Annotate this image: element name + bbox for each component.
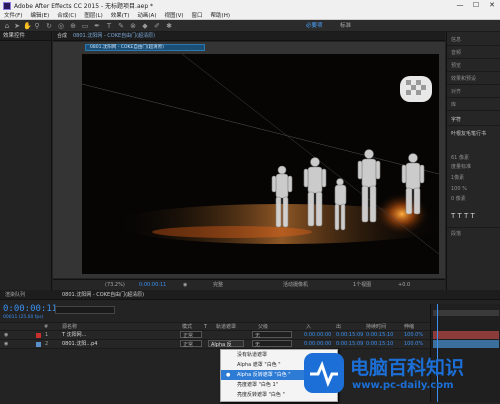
after-effects-icon bbox=[3, 1, 11, 10]
panel-align[interactable]: 对齐 bbox=[451, 88, 461, 95]
timeline-timecode[interactable]: 0:00:00:11 bbox=[3, 304, 57, 314]
layer-name[interactable]: 0801.沈阳...p4 bbox=[62, 340, 97, 349]
layer-in[interactable]: 0:00:00:00 bbox=[304, 331, 331, 340]
brush-tool-icon[interactable]: ✎ bbox=[117, 22, 125, 30]
layer-parent-select[interactable]: 无 bbox=[252, 340, 292, 348]
minimize-button[interactable]: — bbox=[452, 0, 468, 11]
rotate-tool-icon[interactable]: ↻ bbox=[45, 22, 53, 30]
render-queue-tab[interactable]: 渲染队列 bbox=[5, 290, 25, 300]
menu-view[interactable]: 视图(V) bbox=[164, 11, 183, 19]
workspace-essentials[interactable]: 必要项 bbox=[306, 22, 323, 30]
tools-toolbar: ⌂ ➤ ✋ ⚲ ↻ ◎ ⊕ ▭ ✒ T ✎ ⊗ ◆ ✐ ✱ 必要项 标准 bbox=[0, 20, 500, 32]
font-family-select[interactable]: 叶根友毛笔行书 bbox=[451, 130, 486, 137]
panel-preview[interactable]: 预览 bbox=[451, 62, 461, 69]
window-title: Adobe After Effects CC 2015 - 无标题项目.aep … bbox=[14, 3, 154, 10]
layer-stretch[interactable]: 100.0% bbox=[404, 331, 423, 340]
vertical-scale-value[interactable]: 100 % bbox=[451, 186, 467, 192]
menu-file[interactable]: 文件(F) bbox=[4, 11, 22, 19]
composition-tab-label[interactable]: 合成 bbox=[57, 32, 67, 41]
check-icon: ● bbox=[226, 372, 231, 378]
layer-row[interactable]: ◉ 1 T 沈阳网... 正常 无 0:00:00:00 0:00:15:09 … bbox=[0, 331, 430, 340]
eraser-tool-icon[interactable]: ◆ bbox=[141, 22, 149, 30]
menu-animation[interactable]: 动画(A) bbox=[137, 11, 156, 19]
panel-info[interactable]: 信息 bbox=[451, 36, 461, 43]
font-size-value[interactable]: 61 像素 bbox=[451, 154, 469, 161]
menu-window[interactable]: 窗口 bbox=[192, 11, 203, 19]
layer-duration[interactable]: 0:00:15:10 bbox=[366, 331, 393, 340]
pan-behind-tool-icon[interactable]: ⊕ bbox=[69, 22, 77, 30]
title-bar: Adobe After Effects CC 2015 - 无标题项目.aep … bbox=[0, 0, 500, 11]
label-color[interactable] bbox=[36, 342, 41, 347]
timeline-comp-tab[interactable]: 0801.沈阳网 - COKE自由门(超清原) bbox=[62, 290, 144, 300]
menu-help[interactable]: 帮助(H) bbox=[211, 11, 230, 19]
menu-layer[interactable]: 图层(L) bbox=[84, 11, 102, 19]
timeline-tabs: 渲染队列 0801.沈阳网 - COKE自由门(超清原) bbox=[0, 290, 500, 300]
visibility-eye-icon[interactable]: ◉ bbox=[4, 331, 8, 340]
effect-controls-panel: 效果控件 bbox=[0, 32, 52, 290]
layer-mode-select[interactable]: 正常 bbox=[180, 331, 202, 339]
text-style-icons[interactable]: T T T T bbox=[451, 212, 475, 220]
camera-tool-icon[interactable]: ◎ bbox=[57, 22, 65, 30]
work-area-bar[interactable] bbox=[433, 310, 499, 316]
watermark: 电脑百科知识 www.pc-daily.com bbox=[300, 347, 500, 402]
selection-tool-icon[interactable]: ➤ bbox=[13, 22, 21, 30]
close-button[interactable]: ✕ bbox=[484, 0, 500, 11]
type-tool-icon[interactable]: T bbox=[105, 22, 113, 30]
layer-mode-select[interactable]: 正常 bbox=[180, 340, 202, 348]
menu-bar: 文件(F) 编辑(E) 合成(C) 图层(L) 效果(T) 动画(A) 视图(V… bbox=[0, 11, 500, 20]
composition-tab-name[interactable]: 0801.沈阳网 - COKE自由门(超清原) bbox=[73, 32, 155, 41]
rectangle-tool-icon[interactable]: ▭ bbox=[81, 22, 89, 30]
track-matte-select[interactable]: Alpha 反 bbox=[208, 340, 244, 348]
pen-tool-icon[interactable]: ✒ bbox=[93, 22, 101, 30]
workspace-standard[interactable]: 标准 bbox=[340, 22, 351, 30]
roto-brush-tool-icon[interactable]: ✐ bbox=[153, 22, 161, 30]
maximize-button[interactable]: ☐ bbox=[468, 0, 484, 11]
menu-composition[interactable]: 合成(C) bbox=[57, 11, 76, 19]
menu-edit[interactable]: 编辑(E) bbox=[30, 11, 49, 19]
puppet-tool-icon[interactable]: ✱ bbox=[165, 22, 173, 30]
zoom-tool-icon[interactable]: ⚲ bbox=[33, 22, 41, 30]
composition-frame[interactable] bbox=[82, 54, 439, 274]
timeline-column-headers: # 源名称 模式 T 轨道遮罩 父级 入 出 持续时间 伸缩 bbox=[0, 322, 430, 331]
panel-paragraph[interactable]: 段落 bbox=[451, 230, 461, 237]
viewer-controls-bar: (73.2%) 0:00:00:11 ◉ 完整 活动摄像机 1个视图 +0.0 bbox=[53, 279, 445, 290]
layer-parent-select[interactable]: 无 bbox=[252, 331, 292, 339]
right-panels: 信息 音频 预览 效果和预设 对齐 库 字符 叶根友毛笔行书 61 像素 度量标… bbox=[446, 32, 500, 290]
label-color[interactable] bbox=[36, 333, 41, 338]
panel-effects-presets[interactable]: 效果和预设 bbox=[451, 75, 476, 82]
watermark-url: www.pc-daily.com bbox=[352, 380, 454, 391]
layer-1-bar[interactable] bbox=[433, 331, 499, 339]
visibility-eye-icon[interactable]: ◉ bbox=[4, 340, 8, 349]
stroke-width-value[interactable]: 1像素 bbox=[451, 174, 464, 181]
layer-name[interactable]: T 沈阳网... bbox=[62, 331, 86, 340]
hand-tool-icon[interactable]: ✋ bbox=[23, 22, 32, 30]
panel-character[interactable]: 字符 bbox=[451, 116, 461, 123]
panel-libraries[interactable]: 库 bbox=[451, 101, 456, 108]
watermark-title: 电脑百科知识 bbox=[350, 357, 465, 379]
composition-breadcrumb[interactable]: 0801.沈阳网 - COKE自由门(超清原) bbox=[85, 44, 205, 51]
menu-effect[interactable]: 效果(T) bbox=[111, 11, 130, 19]
effect-controls-tab[interactable]: 效果控件 bbox=[3, 33, 25, 39]
panel-audio[interactable]: 音频 bbox=[451, 49, 461, 56]
layer-number: 1 bbox=[45, 332, 49, 338]
layer-search-input[interactable] bbox=[55, 306, 115, 314]
layer-number: 2 bbox=[45, 341, 49, 347]
clone-tool-icon[interactable]: ⊗ bbox=[129, 22, 137, 30]
frame-rate: 00011 (25.00 fps) bbox=[3, 315, 44, 320]
tracking-value[interactable]: 度量标准 bbox=[451, 163, 471, 170]
layer-out[interactable]: 0:00:15:09 bbox=[336, 331, 363, 340]
home-icon[interactable]: ⌂ bbox=[3, 22, 11, 30]
composition-tabs: 合成 0801.沈阳网 - COKE自由门(超清原) bbox=[53, 32, 445, 41]
baseline-shift-value[interactable]: 0 像素 bbox=[451, 195, 466, 202]
